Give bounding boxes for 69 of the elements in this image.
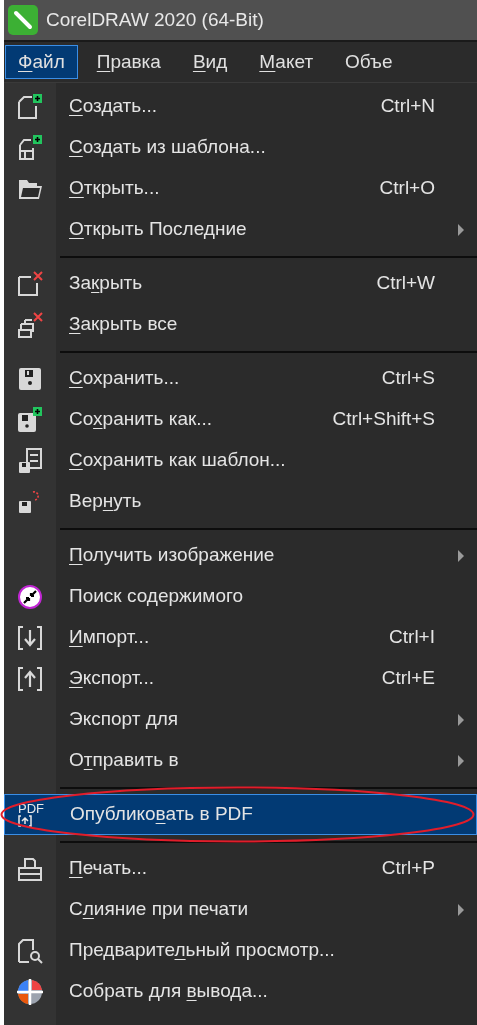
shortcut-text: Ctrl+N xyxy=(380,94,435,119)
menu-item[interactable]: Сохранить... Ctrl+S xyxy=(4,358,477,399)
menu-item[interactable]: Слияние при печати xyxy=(4,889,477,930)
printer-icon xyxy=(17,855,43,882)
menu-item[interactable]: Экспорт для xyxy=(4,699,477,740)
content-search-icon xyxy=(17,583,43,610)
menu-item-label: Сохранить как... xyxy=(69,407,213,432)
color-target-icon xyxy=(17,978,43,1005)
window-title: CorelDRAW 2020 (64-Bit) xyxy=(46,7,264,32)
menu-item-label: Закрыть xyxy=(69,271,143,296)
shortcut-text: Ctrl+P xyxy=(381,856,435,881)
menu-item[interactable]: Получить изображение xyxy=(4,535,477,576)
print-preview-icon xyxy=(17,937,43,964)
menu-item-label: Печать... xyxy=(69,856,148,881)
menu-item-label: Открыть Последние xyxy=(69,217,247,242)
menu-item-label: Опубликовать в PDF xyxy=(70,802,253,827)
close-document-icon xyxy=(17,270,43,297)
menu-item-label: Создать из шаблона... xyxy=(69,135,266,160)
menu-item-label: Сохранить как шаблон... xyxy=(69,448,286,473)
shortcut-text: Ctrl+Shift+S xyxy=(332,407,435,432)
menu-bar-item[interactable]: Объе xyxy=(332,45,406,79)
menu-item[interactable]: Сохранить как шаблон... xyxy=(4,440,477,481)
menu-item-label: Получить изображение xyxy=(69,543,275,568)
close-all-icon xyxy=(17,311,43,338)
menu-bar-item[interactable]: Вид xyxy=(179,45,241,79)
menu-item[interactable]: Поиск содержимого xyxy=(4,576,477,617)
menu-item-label: Предварительный просмотр... xyxy=(69,938,335,963)
menu-item[interactable]: Экспорт... Ctrl+E xyxy=(4,658,477,699)
menu-item-label: Создать... xyxy=(69,94,158,119)
menu-item-label: Экспорт для xyxy=(69,707,179,732)
new-document-icon xyxy=(17,93,43,120)
menu-item-label: Собрать для вывода... xyxy=(69,979,268,1004)
shortcut-text: Ctrl+S xyxy=(381,366,435,391)
menu-item[interactable]: Открыть Последние xyxy=(4,209,477,250)
menu-item[interactable]: Закрыть все xyxy=(4,304,477,345)
menu-item[interactable]: PDF Опубликовать в PDF xyxy=(4,794,477,835)
menu-item[interactable]: Создать из шаблона... xyxy=(4,127,477,168)
menu-item[interactable]: Закрыть Ctrl+W xyxy=(4,263,477,304)
save-template-icon xyxy=(17,447,43,474)
menu-item[interactable]: Вернуть xyxy=(4,481,477,522)
menu-item[interactable]: Импорт... Ctrl+I xyxy=(4,617,477,658)
menu-item[interactable]: Собрать для вывода... xyxy=(4,971,477,1012)
shortcut-text: Ctrl+I xyxy=(389,625,435,650)
shortcut-text: Ctrl+E xyxy=(381,666,435,691)
menu-item-label: Поиск содержимого xyxy=(69,584,244,609)
app-logo-icon xyxy=(8,5,38,35)
menu-item-label: Отправить в xyxy=(69,748,179,773)
template-icon xyxy=(17,134,43,161)
floppy-disk-icon xyxy=(17,406,43,433)
menu-item-label: Экспорт... xyxy=(69,666,155,691)
export-icon xyxy=(17,665,43,692)
menu-item[interactable]: Предварительный просмотр... xyxy=(4,930,477,971)
menu-item-label: Импорт... xyxy=(69,625,150,650)
menu-item[interactable]: Отправить в xyxy=(4,740,477,781)
menu-item-label: Открыть... xyxy=(69,176,160,201)
menu-bar-item[interactable]: Правка xyxy=(83,45,174,79)
menu-item-label: Сохранить... xyxy=(69,366,180,391)
shortcut-text: Ctrl+W xyxy=(376,271,435,296)
menu-item[interactable]: Открыть... Ctrl+O xyxy=(4,168,477,209)
import-icon xyxy=(17,624,43,651)
menu-item[interactable]: Сохранить как... Ctrl+Shift+S xyxy=(4,399,477,440)
menu-item-label: Вернуть xyxy=(69,489,142,514)
menu-bar-item[interactable]: Макет xyxy=(246,45,327,79)
menu-bar-item[interactable]: Файл xyxy=(5,45,78,79)
menu-item[interactable]: Печать... Ctrl+P xyxy=(4,848,477,889)
menu-item-label: Слияние при печати xyxy=(69,897,249,922)
menu-item-label: Закрыть все xyxy=(69,312,178,337)
menu-item[interactable]: Создать... Ctrl+N xyxy=(4,86,477,127)
shortcut-text: Ctrl+O xyxy=(379,176,435,201)
